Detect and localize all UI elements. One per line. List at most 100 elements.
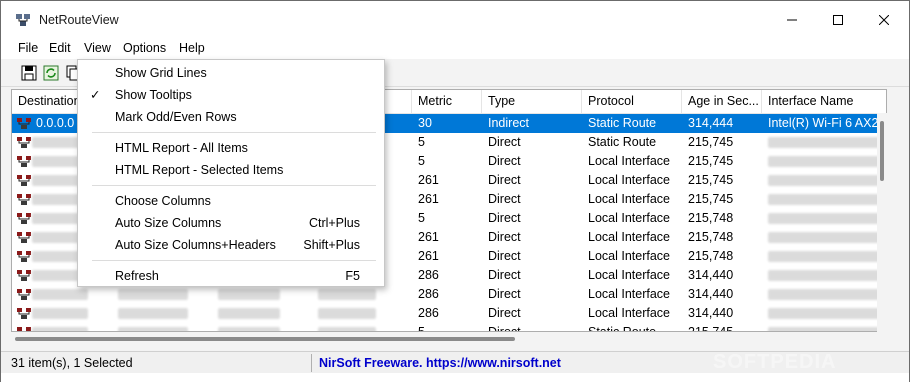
- table-row[interactable]: 5 Direct Static Route 215,745: [12, 323, 886, 332]
- menu-help[interactable]: Help: [173, 39, 211, 59]
- cell-interface-name: [762, 304, 886, 323]
- horizontal-scrollbar[interactable]: [11, 332, 887, 346]
- col-type[interactable]: Type: [482, 90, 582, 114]
- window-bottom-edge: [1, 373, 909, 382]
- menu-item-shortcut: Ctrl+Plus: [308, 216, 360, 230]
- cell-metric: 261: [418, 173, 439, 187]
- menu-show-grid-lines[interactable]: Show Grid Lines: [78, 62, 384, 84]
- save-button[interactable]: [19, 63, 39, 83]
- redacted-cell: [118, 308, 188, 319]
- cell-interface-name: [762, 171, 886, 190]
- cell-metric: 261: [418, 230, 439, 244]
- cell-metric: 30: [418, 116, 432, 130]
- cell-metric: 5: [418, 135, 425, 149]
- redacted-cell: [218, 308, 280, 319]
- vertical-scrollbar[interactable]: [877, 113, 887, 332]
- checkmark-icon: ✓: [90, 88, 101, 102]
- cell-interface-name: [762, 323, 886, 331]
- menu-html-report-selected[interactable]: HTML Report - Selected Items: [78, 159, 384, 181]
- redacted-cell: [32, 289, 88, 300]
- cell-protocol: Local Interface: [588, 230, 670, 244]
- cell-metric: 286: [418, 268, 439, 282]
- maximize-button[interactable]: [815, 1, 861, 39]
- col-metric[interactable]: Metric: [412, 90, 482, 114]
- cell-protocol: Static Route: [588, 325, 657, 332]
- close-button[interactable]: [861, 1, 907, 39]
- cell-metric: 261: [418, 192, 439, 206]
- menu-item-label: Refresh: [115, 269, 159, 283]
- cell-type: Direct: [488, 154, 521, 168]
- menu-choose-columns[interactable]: Choose Columns: [78, 190, 384, 212]
- cell-metric: 5: [418, 211, 425, 225]
- cell-interface-name: [762, 285, 886, 304]
- menu-view[interactable]: View: [78, 39, 117, 59]
- menu-item-label: Show Tooltips: [115, 88, 192, 102]
- menu-item-shortcut: Shift+Plus: [303, 238, 360, 252]
- cell-interface-name: [762, 228, 886, 247]
- refresh-button[interactable]: [41, 63, 61, 83]
- cell-type: Direct: [488, 135, 521, 149]
- cell-age: 314,440: [688, 306, 734, 320]
- network-app-icon: [16, 14, 30, 26]
- table-row[interactable]: 286 Direct Local Interface 314,440: [12, 285, 886, 304]
- menu-item-label: Choose Columns: [115, 194, 211, 208]
- redacted-cell: [318, 289, 376, 300]
- cell-interface-name: [762, 247, 886, 266]
- save-icon: [21, 65, 37, 81]
- cell-interface-name: Intel(R) Wi-Fi 6 AX201: [768, 116, 887, 130]
- cell-type: Direct: [488, 268, 521, 282]
- redacted-cell: [118, 289, 188, 300]
- menu-item-label: HTML Report - Selected Items: [115, 163, 284, 177]
- menu-item-shortcut: F5: [345, 269, 360, 283]
- col-age[interactable]: Age in Sec...: [682, 90, 762, 114]
- redacted-cell: [318, 308, 376, 319]
- cell-age: 314,444: [688, 116, 734, 130]
- col-interface-name[interactable]: Interface Name: [762, 90, 886, 114]
- cell-type: Direct: [488, 230, 521, 244]
- menu-refresh[interactable]: Refresh F5: [78, 265, 384, 287]
- cell-type: Direct: [488, 249, 521, 263]
- cell-metric: 261: [418, 249, 439, 263]
- menu-auto-size-columns[interactable]: Auto Size Columns Ctrl+Plus: [78, 212, 384, 234]
- close-icon: [879, 15, 889, 25]
- cell-type: Direct: [488, 211, 521, 225]
- minimize-button[interactable]: [769, 1, 815, 39]
- title-bar[interactable]: NetRouteView: [1, 1, 909, 39]
- cell-type: Direct: [488, 287, 521, 301]
- menu-file[interactable]: File: [12, 39, 44, 59]
- horizontal-scroll-thumb[interactable]: [15, 337, 515, 341]
- cell-protocol: Static Route: [588, 135, 657, 149]
- menu-auto-size-columns-headers[interactable]: Auto Size Columns+Headers Shift+Plus: [78, 234, 384, 256]
- menu-show-tooltips[interactable]: ✓ Show Tooltips: [78, 84, 384, 106]
- app-window: NetRouteView File Edit View Options Help…: [0, 0, 910, 382]
- cell-age: 215,748: [688, 211, 734, 225]
- vertical-scroll-thumb[interactable]: [880, 121, 884, 181]
- table-row[interactable]: 286 Direct Local Interface 314,440: [12, 304, 886, 323]
- menu-item-label: Auto Size Columns: [115, 216, 222, 230]
- cell-interface-name: [762, 190, 886, 209]
- menu-mark-odd-even-rows[interactable]: Mark Odd/Even Rows: [78, 106, 384, 128]
- view-menu-dropdown: Show Grid Lines ✓ Show Tooltips Mark Odd…: [77, 59, 385, 287]
- menu-edit[interactable]: Edit: [43, 39, 77, 59]
- cell-age: 215,745: [688, 325, 734, 332]
- menu-html-report-all[interactable]: HTML Report - All Items: [78, 137, 384, 159]
- cell-age: 215,745: [688, 154, 734, 168]
- menu-separator: [92, 260, 376, 261]
- cell-protocol: Local Interface: [588, 192, 670, 206]
- cell-age: 215,745: [688, 173, 734, 187]
- status-divider: [311, 354, 312, 372]
- cell-metric: 286: [418, 287, 439, 301]
- window-title: NetRouteView: [39, 13, 119, 27]
- cell-age: 215,748: [688, 230, 734, 244]
- status-item-count: 31 item(s), 1 Selected: [11, 356, 133, 370]
- cell-type: Direct: [488, 173, 521, 187]
- cell-metric: 286: [418, 306, 439, 320]
- cell-protocol: Local Interface: [588, 173, 670, 187]
- cell-protocol: Local Interface: [588, 268, 670, 282]
- cell-age: 215,745: [688, 135, 734, 149]
- nirsoft-link[interactable]: NirSoft Freeware. https://www.nirsoft.ne…: [319, 356, 561, 370]
- col-protocol[interactable]: Protocol: [582, 90, 682, 114]
- menu-options[interactable]: Options: [117, 39, 172, 59]
- cell-protocol: Local Interface: [588, 249, 670, 263]
- cell-age: 215,745: [688, 192, 734, 206]
